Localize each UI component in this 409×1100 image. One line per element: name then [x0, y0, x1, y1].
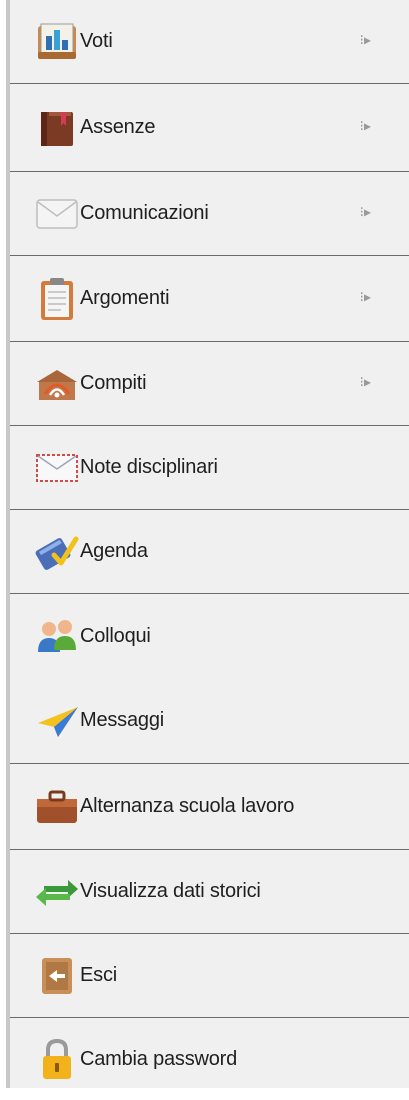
briefcase-icon	[34, 784, 80, 830]
menu-item-argomenti[interactable]: Argomenti ⁝▸	[10, 256, 409, 342]
menu-item-note-disciplinari[interactable]: Note disciplinari	[10, 426, 409, 510]
menu-item-label: Voti	[80, 30, 113, 52]
menu-item-label: Visualizza dati storici	[80, 880, 261, 902]
submenu-arrow-icon: ⁝▸	[359, 288, 371, 305]
menu-item-label: Compiti	[80, 372, 147, 394]
menu-item-comunicazioni[interactable]: Comunicazioni ⁝▸	[10, 172, 409, 256]
menu-item-colloqui[interactable]: Colloqui	[10, 594, 409, 678]
menu-item-label: Colloqui	[80, 624, 151, 647]
menu-item-messaggi[interactable]: Messaggi	[10, 678, 409, 764]
menu-item-label: Assenze	[80, 116, 156, 138]
menu-item-label: Agenda	[80, 540, 148, 562]
submenu-arrow-icon: ⁝▸	[359, 203, 371, 220]
menu-item-label: Comunicazioni	[80, 202, 209, 224]
submenu-arrow-icon: ⁝▸	[359, 31, 371, 48]
menu-item-label: Esci	[80, 964, 117, 986]
menu-item-compiti[interactable]: Compiti ⁝▸	[10, 342, 409, 426]
grades-book-icon	[34, 19, 80, 65]
absences-book-icon	[34, 105, 80, 151]
menu-item-label: Alternanza scuola lavoro	[80, 795, 295, 817]
submenu-arrow-icon: ⁝▸	[359, 117, 371, 134]
menu-item-voti[interactable]: Voti ⁝▸	[10, 0, 409, 84]
menu-item-label: Argomenti	[80, 287, 170, 309]
menu-item-label: Note disciplinari	[80, 456, 218, 478]
menu-item-assenze[interactable]: Assenze ⁝▸	[10, 84, 409, 172]
menu-item-label: Cambia password	[80, 1047, 238, 1070]
mail-letter-icon	[34, 445, 80, 491]
envelope-icon	[34, 191, 80, 237]
people-icon	[34, 613, 80, 659]
side-menu: Voti ⁝▸ Assenze ⁝▸ Comunicazioni ⁝▸ Argo…	[6, 0, 409, 1088]
lock-icon	[34, 1036, 80, 1082]
menu-item-label: Messaggi	[80, 709, 164, 731]
menu-item-esci[interactable]: Esci	[10, 934, 409, 1018]
clipboard-icon	[34, 276, 80, 322]
menu-item-visualizza-dati-storici[interactable]: Visualizza dati storici	[10, 850, 409, 934]
homework-wifi-icon	[34, 361, 80, 407]
notebook-check-icon	[34, 529, 80, 575]
submenu-arrow-icon: ⁝▸	[359, 373, 371, 390]
exit-door-icon	[34, 953, 80, 999]
paper-plane-icon	[34, 698, 80, 744]
menu-item-agenda[interactable]: Agenda	[10, 510, 409, 594]
swap-arrows-icon	[34, 869, 80, 915]
menu-item-alternanza-scuola-lavoro[interactable]: Alternanza scuola lavoro	[10, 764, 409, 850]
